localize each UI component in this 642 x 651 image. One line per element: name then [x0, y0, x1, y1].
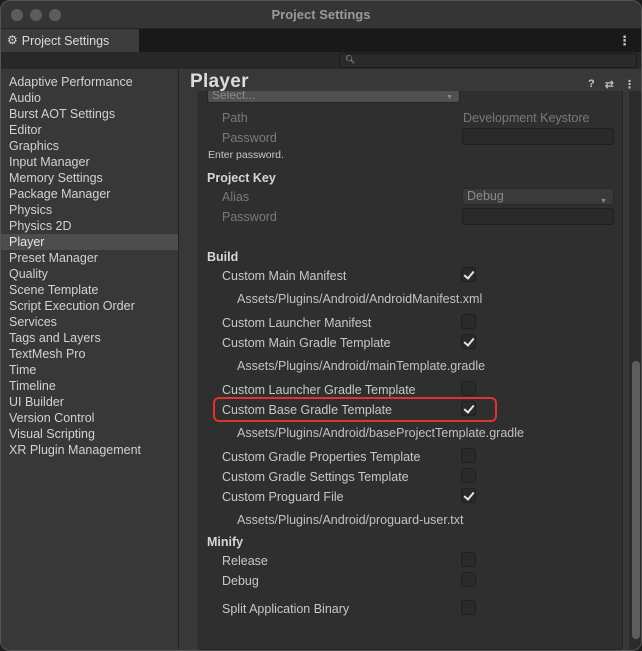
sidebar-item-audio[interactable]: Audio — [1, 90, 178, 106]
sidebar-item-physics[interactable]: Physics — [1, 202, 178, 218]
keystore-select-value: Select... — [212, 91, 256, 102]
custom-main-gradle-template-checkbox[interactable] — [461, 334, 476, 349]
gear-icon: ⚙ — [7, 33, 18, 47]
window-title: Project Settings — [271, 7, 371, 22]
search-input[interactable]: 🔍︎ — [339, 53, 637, 68]
split-application-binary-checkbox[interactable] — [461, 600, 476, 615]
scrollbar[interactable] — [629, 91, 641, 650]
sidebar-item-tags-and-layers[interactable]: Tags and Layers — [1, 330, 178, 346]
sidebar-item-preset-manager[interactable]: Preset Manager — [1, 250, 178, 266]
custom-gradle-properties-template-label: Custom Gradle Properties Template — [222, 450, 421, 464]
header-icons: ? ⇄ ⋮ — [588, 78, 635, 91]
preset-icon[interactable]: ⇄ — [605, 78, 614, 91]
custom-gradle-properties-template-checkbox[interactable] — [461, 448, 476, 463]
sidebar-item-physics-2d[interactable]: Physics 2D — [1, 218, 178, 234]
search-icon: 🔍︎ — [345, 55, 356, 64]
scrollbar-thumb[interactable] — [632, 361, 640, 639]
title-bar: Project Settings — [1, 1, 641, 29]
sidebar-item-adaptive-performance[interactable]: Adaptive Performance — [1, 74, 178, 90]
tab-bar: ⚙ Project Settings ⋮ — [1, 29, 641, 52]
alias-label: Alias — [222, 190, 250, 204]
split-application-binary-label: Split Application Binary — [222, 602, 350, 616]
sidebar-item-editor[interactable]: Editor — [1, 122, 178, 138]
project-settings-window: Project Settings ⚙ Project Settings ⋮ 🔍︎… — [0, 0, 642, 651]
custom-main-manifest-path: Assets/Plugins/Android/AndroidManifest.x… — [237, 292, 483, 306]
alias-select[interactable]: Debug ▼ — [462, 188, 614, 205]
player-settings-panel: Player ? ⇄ ⋮ Select... ▼ Path Developmen… — [180, 69, 641, 650]
custom-gradle-settings-template-label: Custom Gradle Settings Template — [222, 470, 409, 484]
project-key-password-field[interactable] — [462, 208, 614, 225]
sidebar-item-player[interactable]: Player — [1, 234, 178, 250]
custom-main-manifest-label: Custom Main Manifest — [222, 269, 347, 283]
sidebar-item-textmesh-pro[interactable]: TextMesh Pro — [1, 346, 178, 362]
minify-heading: Minify — [207, 535, 244, 549]
custom-proguard-file-label: Custom Proguard File — [222, 490, 344, 504]
enter-password-hint: Enter password. — [208, 149, 284, 161]
sidebar-item-scene-template[interactable]: Scene Template — [1, 282, 178, 298]
settings-scroll-area: Select... ▼ Path Development Keystore Pa… — [180, 91, 629, 650]
sidebar-item-burst-aot-settings[interactable]: Burst AOT Settings — [1, 106, 178, 122]
more-options-icon[interactable]: ⋮ — [618, 33, 631, 49]
custom-proguard-file-path: Assets/Plugins/Android/proguard-user.txt — [237, 513, 464, 527]
sidebar-item-memory-settings[interactable]: Memory Settings — [1, 170, 178, 186]
keystore-password-label: Password — [222, 131, 277, 145]
sidebar-item-time[interactable]: Time — [1, 362, 178, 378]
custom-main-manifest-checkbox[interactable] — [461, 267, 476, 282]
sidebar-item-services[interactable]: Services — [1, 314, 178, 330]
sidebar-item-xr-plugin-management[interactable]: XR Plugin Management — [1, 442, 178, 458]
tab-label: Project Settings — [21, 34, 110, 48]
sidebar-item-visual-scripting[interactable]: Visual Scripting — [1, 426, 178, 442]
chevron-down-icon: ▼ — [446, 94, 453, 101]
search-row: 🔍︎ — [1, 52, 641, 69]
custom-launcher-manifest-checkbox[interactable] — [461, 314, 476, 329]
sidebar-item-timeline[interactable]: Timeline — [1, 378, 178, 394]
keystore-password-field[interactable] — [462, 128, 614, 145]
highlight-box — [213, 397, 497, 422]
project-key-password-label: Password — [222, 210, 277, 224]
sidebar-item-input-manager[interactable]: Input Manager — [1, 154, 178, 170]
build-heading: Build — [207, 250, 239, 264]
project-key-heading: Project Key — [207, 171, 276, 185]
minify-debug-label: Debug — [222, 574, 259, 588]
custom-launcher-manifest-label: Custom Launcher Manifest — [222, 316, 372, 330]
keystore-path-label: Path — [222, 111, 248, 125]
sidebar-item-script-execution-order[interactable]: Script Execution Order — [1, 298, 178, 314]
custom-main-gradle-template-label: Custom Main Gradle Template — [222, 336, 391, 350]
tab-project-settings[interactable]: ⚙ Project Settings — [1, 29, 139, 52]
sidebar-item-version-control[interactable]: Version Control — [1, 410, 178, 426]
sidebar-item-graphics[interactable]: Graphics — [1, 138, 178, 154]
alias-select-value: Debug — [467, 189, 504, 203]
minify-release-label: Release — [222, 554, 268, 568]
settings-sidebar: Adaptive Performance Audio Burst AOT Setti… — [1, 69, 179, 650]
chevron-down-icon: ▼ — [600, 198, 607, 205]
custom-gradle-settings-template-checkbox[interactable] — [461, 468, 476, 483]
minify-release-checkbox[interactable] — [461, 552, 476, 567]
custom-base-gradle-template-path: Assets/Plugins/Android/baseProjectTempla… — [237, 426, 524, 440]
sidebar-item-ui-builder[interactable]: UI Builder — [1, 394, 178, 410]
more-options-icon[interactable]: ⋮ — [624, 78, 635, 91]
custom-launcher-gradle-template-label: Custom Launcher Gradle Template — [222, 383, 416, 397]
keystore-select[interactable]: Select... ▼ — [207, 91, 460, 103]
custom-launcher-gradle-template-checkbox[interactable] — [461, 381, 476, 396]
custom-main-gradle-template-path: Assets/Plugins/Android/mainTemplate.grad… — [237, 359, 486, 373]
keystore-path-value: Development Keystore — [463, 111, 590, 125]
help-icon[interactable]: ? — [588, 78, 595, 91]
sidebar-item-quality[interactable]: Quality — [1, 266, 178, 282]
page-title: Player — [190, 71, 249, 92]
minify-debug-checkbox[interactable] — [461, 572, 476, 587]
sidebar-item-package-manager[interactable]: Package Manager — [1, 186, 178, 202]
custom-proguard-file-checkbox[interactable] — [461, 488, 476, 503]
